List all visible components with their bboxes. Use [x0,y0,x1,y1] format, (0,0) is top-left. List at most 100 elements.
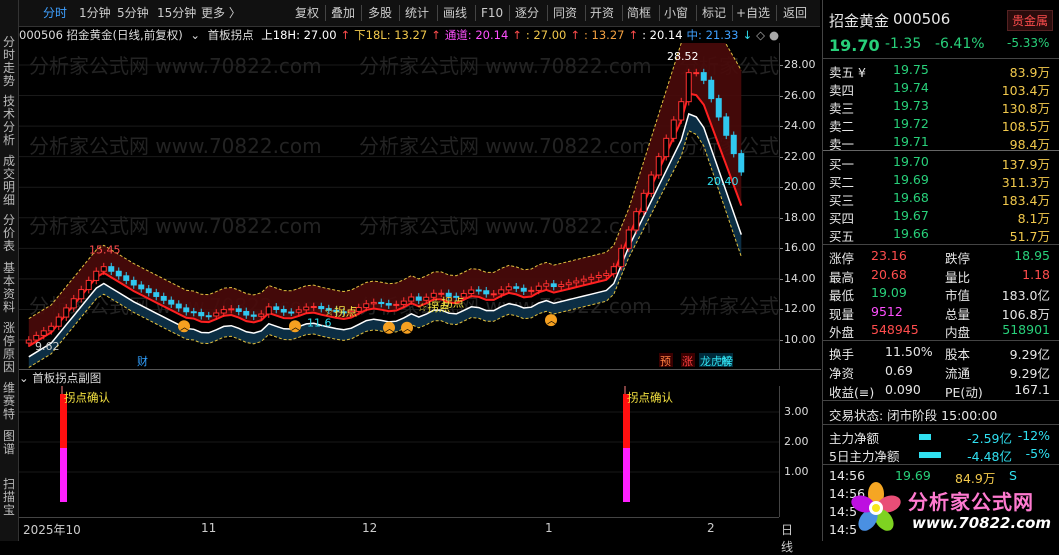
y-tick [780,278,783,280]
btn-draw[interactable]: 画线 [443,0,467,26]
stat-row[interactable]: 最高 20.68 量比 1.18 [823,267,1059,285]
tab-technical[interactable]: 技术分析 [0,95,18,147]
stat-row[interactable]: 净资 0.69 流通 9.29亿 [823,363,1059,381]
subchart-title[interactable]: 首板拐点副图 [32,371,101,385]
tab-weisaite[interactable]: 维赛特 [0,382,18,421]
bid-row[interactable]: 买二 19.69 311.3万 [823,172,1059,190]
period-intraday[interactable]: 分时 [43,0,67,26]
btn-mark[interactable]: 标记 [702,0,726,26]
stat-row[interactable]: 换手 11.50% 股本 9.29亿 [823,344,1059,362]
candle [235,308,242,312]
tab-chart-book[interactable]: 图谱 [0,430,18,456]
flow-pct: -12% [1017,428,1050,443]
ask-row[interactable]: 卖四 19.74 103.4万 [823,80,1059,98]
kline-chart[interactable]: 分析家公式网 www.70822.com 分析家公式网 www.70822.com… [19,43,779,370]
ask-label: 卖二 [829,119,855,134]
btn-back[interactable]: 返回 [783,0,807,26]
btn-adjust[interactable]: 复权 [295,0,319,26]
sector-pct: -5.33% [1007,36,1050,50]
btn-add-watchlist[interactable]: +自选 [736,0,770,26]
candle [378,301,385,305]
bid-row[interactable]: 买四 19.67 8.1万 [823,208,1059,226]
indicator-value: ↑ [340,28,351,42]
indicator-values: 上18H: 27.00 ↑ 下18L: 13.27 ↑ 通道: 20.14 ↑: 27.0… [261,28,783,42]
bid-row[interactable]: 买三 19.68 183.4万 [823,190,1059,208]
bid-row[interactable]: 买五 19.66 51.7万 [823,226,1059,244]
btn-open[interactable]: 开资 [590,0,614,26]
x-label: 11 [201,521,217,535]
logo-title: 分析家公式网 [908,490,1034,514]
unlock-marker[interactable]: 解 [721,354,732,368]
stat-row[interactable]: 外盘 548945 内盘 518901 [823,322,1059,340]
candle [198,312,205,317]
stat-value: 19.09 [871,285,907,300]
btn-stats[interactable]: 统计 [405,0,429,26]
stat-row[interactable]: 最低 19.09 市值 183.0亿 [823,285,1059,303]
y-tick-label: 18.00 [784,210,816,224]
finance-marker[interactable]: 财 [137,354,148,368]
tab-trades[interactable]: 成交明细 [0,155,18,207]
btn-small-window[interactable]: 小窗 [664,0,688,26]
subchart-y-tick: 1.00 [784,465,809,478]
tab-limit-reason[interactable]: 涨停原因 [0,322,18,374]
stat-label: 最低 [829,288,855,303]
btn-overlay[interactable]: 叠加 [331,0,355,26]
stat-row[interactable]: 收益(≡) 0.090 PE(动) 167.1 [823,382,1059,400]
period-label[interactable]: 日线 [781,521,793,555]
period-more[interactable]: 更多 〉 [201,0,241,26]
candle [573,280,580,284]
subchart-header: ⌄ 首板拐点副图 [19,370,779,386]
btn-f10[interactable]: F10 [481,0,503,26]
last-price-label: 20.40 [707,175,739,188]
stat-value: 18.95 [1014,248,1050,263]
candle [175,303,182,309]
confirm-label: 拐点确认 [64,391,110,405]
ask-row[interactable]: 卖二 19.72 108.5万 [823,116,1059,134]
stat-label: 总量 [945,306,971,322]
signal-bar-magenta [60,448,67,502]
divider [547,5,548,21]
candle [280,308,287,313]
ask-row[interactable]: 卖三 19.73 130.8万 [823,98,1059,116]
flow-row[interactable]: 5日主力净额 -4.48亿 -5% [823,446,1059,464]
y-tick-label: 10.00 [784,333,816,346]
divider [437,5,438,21]
bid-row[interactable]: 买一 19.70 137.9万 [823,154,1059,172]
ask-row[interactable]: 卖五 ¥ 19.75 83.9万 [823,62,1059,80]
period-1min[interactable]: 1分钟 [79,0,111,26]
divider [823,340,1059,341]
y-tick [780,156,783,158]
candle [663,137,670,158]
tab-intraday[interactable]: 分时走势 [0,36,18,88]
tab-scanner[interactable]: 扫描宝 [0,478,18,517]
period-5min[interactable]: 5分钟 [117,0,149,26]
btn-same[interactable]: 同资 [553,0,577,26]
chevron-down-icon[interactable]: ⌄ [19,371,29,385]
btn-multi[interactable]: 多股 [368,0,392,26]
candle [678,101,685,121]
flow-row[interactable]: 主力净额 -2.59亿 -12% [823,428,1059,446]
btn-simple-frame[interactable]: 简框 [627,0,651,26]
limit-up-marker[interactable]: 涨 [682,355,693,368]
candle [220,309,227,314]
tab-fundamentals[interactable]: 基本资料 [0,262,18,314]
tab-price-table[interactable]: 分价表 [0,214,18,253]
indicator-name[interactable]: 首板拐点 [208,28,254,42]
stat-value: 0.090 [885,382,921,397]
sector-tag[interactable]: 贵金属 [1007,10,1054,31]
subchart[interactable]: 拐点确认 拐点确认 [19,386,779,517]
flow-bar [919,434,931,440]
forecast-marker[interactable]: 预 [660,355,671,368]
period-15min[interactable]: 15分钟 [157,0,196,26]
y-tick-label: 20.00 [784,180,816,194]
btn-minute[interactable]: 逐分 [515,0,539,26]
stat-value: 167.1 [1014,382,1050,397]
stat-row[interactable]: 现量 9512 总量 106.8万 [823,304,1059,322]
indicator-value: ↑ [431,28,441,42]
high-price-label: 28.52 [667,50,699,63]
chevron-down-icon[interactable]: ⌄ [190,28,200,42]
indicator-value: ↑ [570,28,580,42]
candle [483,290,490,295]
stat-row[interactable]: 涨停 23.16 跌停 18.95 [823,248,1059,266]
bid-volume: 8.1万 [1017,211,1050,226]
